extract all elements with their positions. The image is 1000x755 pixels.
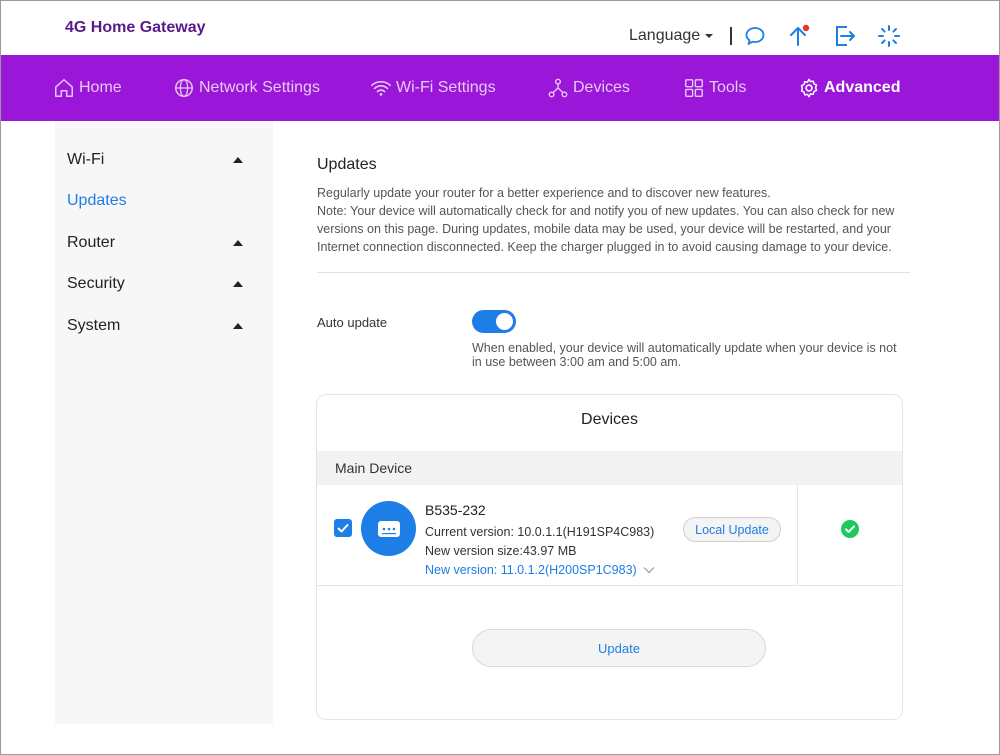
auto-update-description: When enabled, your device will automatic… <box>472 341 897 369</box>
main-nav: Home Network Settings Wi-Fi Settings Dev… <box>1 55 999 121</box>
sidebar-item-router[interactable]: Router <box>67 231 257 255</box>
devices-card-title: Devices <box>581 411 638 428</box>
tools-icon <box>685 79 703 97</box>
notification-dot-icon <box>802 24 810 32</box>
success-check-icon <box>841 520 859 538</box>
description-note: Note: Your device will automatically che… <box>317 204 895 254</box>
brand-title: 4G Home Gateway <box>65 19 206 36</box>
caret-up-icon <box>233 240 243 246</box>
nav-advanced[interactable]: Advanced <box>798 75 900 101</box>
toggle-knob <box>496 313 513 330</box>
device-row: B535-232 Current version: 10.0.1.1(H191S… <box>317 485 902 586</box>
home-icon <box>55 79 73 97</box>
caret-down-icon <box>705 33 714 38</box>
chevron-down-icon <box>643 567 655 574</box>
message-icon[interactable] <box>742 23 768 49</box>
wifi-icon <box>371 81 391 96</box>
sidebar-item-security[interactable]: Security <box>67 272 257 296</box>
auto-update-toggle[interactable] <box>472 310 516 333</box>
main-device-section-header: Main Device <box>317 451 902 485</box>
nav-devices[interactable]: Devices <box>547 75 630 101</box>
header-divider <box>730 27 732 45</box>
sidebar-item-system[interactable]: System <box>67 314 257 338</box>
sidebar-item-updates[interactable]: Updates <box>67 189 257 213</box>
new-version-link[interactable]: New version: 11.0.1.2(H200SP1C983) <box>425 563 655 577</box>
caret-up-icon <box>233 157 243 163</box>
router-icon <box>361 501 416 556</box>
current-version: Current version: 10.0.1.1(H191SP4C983) <box>425 525 655 539</box>
top-bar: 4G Home Gateway Language <box>1 1 999 55</box>
update-arrow-icon[interactable] <box>786 23 812 49</box>
gear-icon <box>800 78 818 98</box>
auto-update-label: Auto update <box>317 315 388 330</box>
devices-icon <box>548 78 568 98</box>
logout-icon[interactable] <box>832 23 858 49</box>
language-selector[interactable]: Language <box>629 27 714 45</box>
description-intro: Regularly update your router for a bette… <box>317 186 771 200</box>
nav-home[interactable]: Home <box>53 75 122 101</box>
device-checkbox[interactable] <box>334 519 352 537</box>
checkmark-icon <box>337 524 349 533</box>
loading-icon[interactable] <box>876 23 902 49</box>
devices-card: Devices Main Device B535-232 Current ver… <box>316 394 903 720</box>
section-label: Main Device <box>335 460 413 476</box>
caret-up-icon <box>233 323 243 329</box>
nav-wifi-settings[interactable]: Wi-Fi Settings <box>370 75 496 101</box>
update-button[interactable]: Update <box>472 629 766 667</box>
page-description: Regularly update your router for a bette… <box>317 184 907 256</box>
page-title: Updates <box>317 156 377 173</box>
column-divider <box>797 485 798 585</box>
device-name: B535-232 <box>425 502 486 518</box>
sidebar-item-wifi[interactable]: Wi-Fi <box>67 148 257 172</box>
globe-icon <box>175 79 193 97</box>
section-divider <box>317 272 910 273</box>
sidebar: Wi-Fi Updates Router Security System <box>55 121 273 724</box>
new-version-size: New version size:43.97 MB <box>425 544 577 558</box>
nav-network-settings[interactable]: Network Settings <box>173 75 320 101</box>
nav-tools[interactable]: Tools <box>683 75 746 101</box>
caret-up-icon <box>233 281 243 287</box>
language-label: Language <box>629 27 701 44</box>
local-update-button[interactable]: Local Update <box>683 517 781 542</box>
